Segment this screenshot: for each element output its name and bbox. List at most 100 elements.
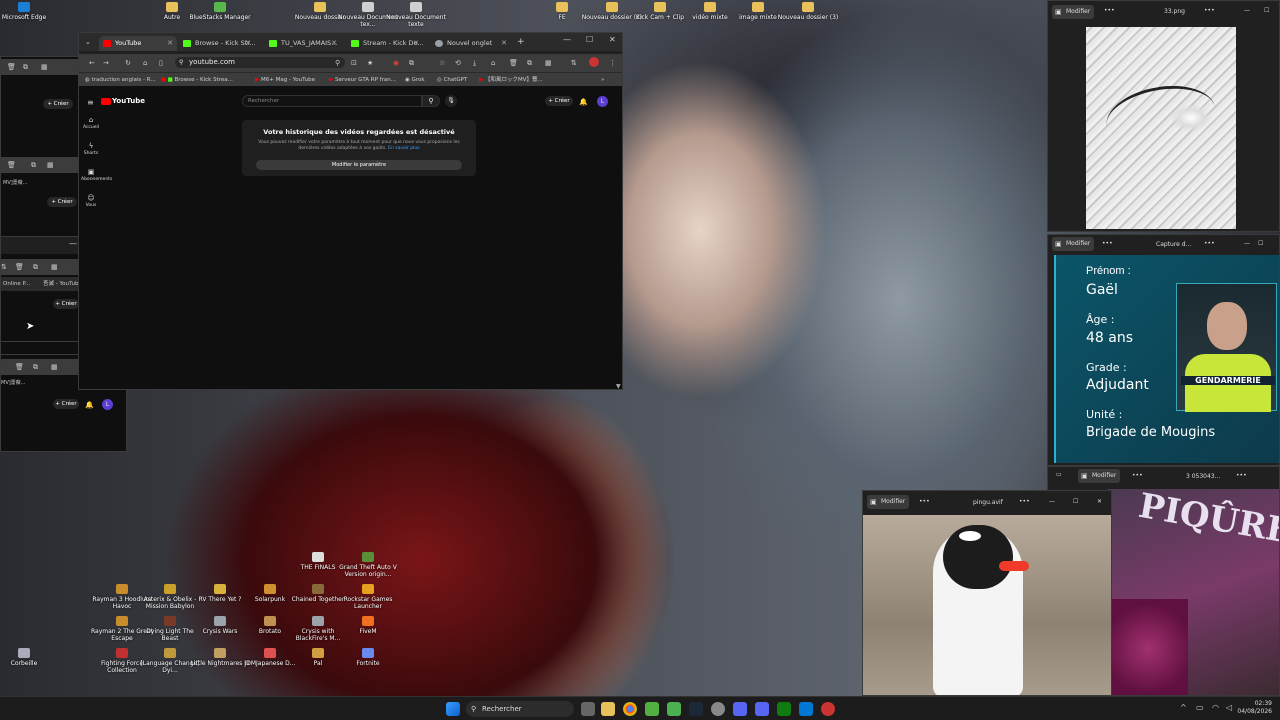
desktop-icon-fivem[interactable]: FiveM (336, 616, 400, 635)
download-icon[interactable]: ⤓ (473, 58, 476, 68)
bookmark-label[interactable]: MV]薔薇... (1, 379, 25, 386)
create-button[interactable]: + Créer (47, 197, 77, 207)
desktop-icon-gta5[interactable]: Grand Theft Auto V Version origin... (336, 552, 400, 578)
bookmark-7[interactable]: ▶ 【和風ロックMV】薔... (479, 73, 543, 87)
grid-icon[interactable]: ▦ (41, 62, 48, 72)
youtube-logo[interactable]: YouTube (101, 97, 145, 105)
close-tab-icon[interactable]: ✕ (413, 36, 419, 51)
nav-home[interactable]: ⌂ Accueil (81, 116, 101, 130)
file-explorer-icon[interactable] (601, 702, 615, 716)
minimize-button[interactable]: — (1049, 498, 1055, 505)
bookmarks-overflow-icon[interactable]: » (601, 73, 604, 87)
grid-icon[interactable]: ▦ (51, 362, 58, 372)
split-view-icon[interactable]: ▯ (159, 58, 163, 68)
create-button[interactable]: + Créer (53, 299, 79, 309)
recording-app-icon[interactable] (821, 702, 835, 716)
more-options-icon[interactable]: ••• (1104, 7, 1115, 14)
scroll-down-icon[interactable]: ▼ (616, 383, 621, 389)
close-tab-icon[interactable]: ✕ (331, 36, 337, 51)
microphone-icon[interactable]: 🎙 (445, 95, 457, 107)
maximize-button[interactable]: ☐ (1258, 240, 1263, 247)
close-tab-icon[interactable]: ✕ (245, 36, 251, 51)
discord-ptb-icon[interactable] (755, 702, 769, 716)
forward-icon[interactable]: → (103, 58, 109, 68)
back-icon[interactable]: ← (89, 58, 95, 68)
more-options-icon[interactable]: ••• (1204, 7, 1215, 14)
learn-more-link[interactable]: En savoir plus (388, 146, 419, 151)
bookmark-2[interactable]: ● ■ Browse - Kick Strea... (161, 73, 233, 87)
more-options-icon[interactable]: ••• (1102, 240, 1113, 247)
xbox-icon[interactable] (777, 702, 791, 716)
image-viewer-capture[interactable]: Modifier ••• Capture d... ••• — ☐ Prénom… (1047, 234, 1280, 466)
grid-icon[interactable]: ▦ (51, 262, 58, 272)
taskbar-search[interactable]: ⚲ Rechercher (466, 701, 574, 717)
maximize-button[interactable]: ☐ (1073, 498, 1078, 505)
sort-icon[interactable]: ⇅ (1, 262, 7, 272)
task-view-icon[interactable] (581, 702, 595, 716)
minimize-button[interactable]: — (69, 239, 77, 248)
wifi-icon[interactable]: ◠ (1212, 703, 1219, 712)
discord-icon[interactable] (733, 702, 747, 716)
nav-subscriptions[interactable]: ▣ Abonnements (81, 168, 112, 182)
clock[interactable]: 02:39 04/08/2026 (1236, 700, 1272, 716)
tab-kick-tu-vas[interactable]: TU_VAS_JAMAIS... ✕ (265, 36, 341, 51)
avatar[interactable]: L (597, 96, 608, 107)
minimize-button[interactable]: — (1244, 240, 1250, 247)
menu-icon[interactable]: ⋮ (609, 58, 616, 68)
avatar[interactable]: L (102, 399, 113, 410)
copy-icon[interactable]: ⧉ (31, 160, 36, 170)
maximize-button[interactable]: ☐ (586, 35, 593, 44)
wallet-icon[interactable]: ⌂ (491, 58, 495, 68)
tab-kick-browse[interactable]: Browse - Kick Str... ✕ (179, 36, 255, 51)
more-options-icon[interactable]: ••• (919, 498, 930, 505)
nav-you[interactable]: ☺ Vous (81, 194, 101, 208)
new-tab-button[interactable]: + (517, 37, 525, 47)
nvidia-icon[interactable] (645, 702, 659, 716)
grid-icon[interactable]: ▦ (545, 58, 552, 68)
trash-icon[interactable]: 🗑 (509, 58, 518, 68)
bookmark-4[interactable]: ▶ Serveur GTA RP fran... (329, 73, 396, 87)
bookmark-1[interactable]: ◍ traduction anglais - R... (85, 73, 156, 87)
browser-window[interactable]: ⌄ YouTube ✕ Browse - Kick Str... ✕ TU_VAS_… (78, 32, 623, 390)
cast-icon[interactable]: ⊡ (351, 58, 357, 68)
bell-icon[interactable]: 🔔 (85, 400, 94, 410)
desktop-icon-fortnite[interactable]: Fortnite (336, 648, 400, 667)
edit-button[interactable]: Modifier (1052, 5, 1095, 19)
nav-shorts[interactable]: ϟ Shorts (81, 142, 101, 156)
tab-new[interactable]: Nouvel onglet ✕ (431, 36, 511, 51)
desktop-icon-rockstar[interactable]: Rockstar Games Launcher (336, 584, 400, 610)
favorites-icon[interactable]: ☆ (439, 58, 445, 68)
trash-icon[interactable]: 🗑 (7, 160, 16, 170)
bell-icon[interactable]: 🔔 (579, 97, 588, 107)
more-options-icon[interactable]: ••• (1204, 240, 1215, 247)
hamburger-menu-icon[interactable]: ≡ (87, 98, 94, 108)
bookmark-5[interactable]: ◉ Grok (405, 73, 425, 87)
zoom-icon[interactable]: ⚲ (335, 58, 340, 68)
profile-icon[interactable] (589, 57, 599, 67)
bookmark-youtube[interactable]: 吾滅 - YouTube (43, 277, 82, 291)
copy-icon[interactable]: ⧉ (33, 262, 38, 272)
edit-button[interactable]: Modifier (1078, 469, 1121, 483)
tab-youtube[interactable]: YouTube ✕ (99, 36, 177, 51)
close-button[interactable]: ✕ (609, 35, 616, 44)
image-viewer-33[interactable]: Modifier ••• 33.png ••• — ☐ (1047, 0, 1280, 232)
copy-icon[interactable]: ⧉ (33, 362, 38, 372)
volume-icon[interactable]: ◁ (1226, 703, 1232, 712)
close-button[interactable]: ☐ (1264, 7, 1269, 14)
star-icon[interactable]: ★ (367, 58, 373, 68)
trash-icon[interactable]: 🗑 (7, 62, 16, 72)
more-options-icon[interactable]: ••• (1132, 472, 1143, 479)
obs-icon[interactable] (711, 702, 725, 716)
tab-list-icon[interactable]: ⌄ (85, 37, 91, 47)
more-options-icon[interactable]: ••• (1236, 472, 1247, 479)
search-icon[interactable]: ⚲ (422, 95, 440, 107)
steam-icon[interactable] (689, 702, 703, 716)
youtube-search-input[interactable]: Rechercher (242, 95, 422, 107)
network-icon[interactable]: ▭ (1196, 703, 1204, 712)
grid-icon[interactable]: ▦ (47, 160, 54, 170)
trash-icon[interactable]: 🗑 (15, 362, 24, 372)
chrome-icon[interactable] (623, 702, 637, 716)
home-icon[interactable]: ⌂ (143, 58, 147, 68)
minimize-button[interactable]: — (563, 35, 571, 44)
extension-record-icon[interactable]: ◉ (393, 58, 399, 68)
